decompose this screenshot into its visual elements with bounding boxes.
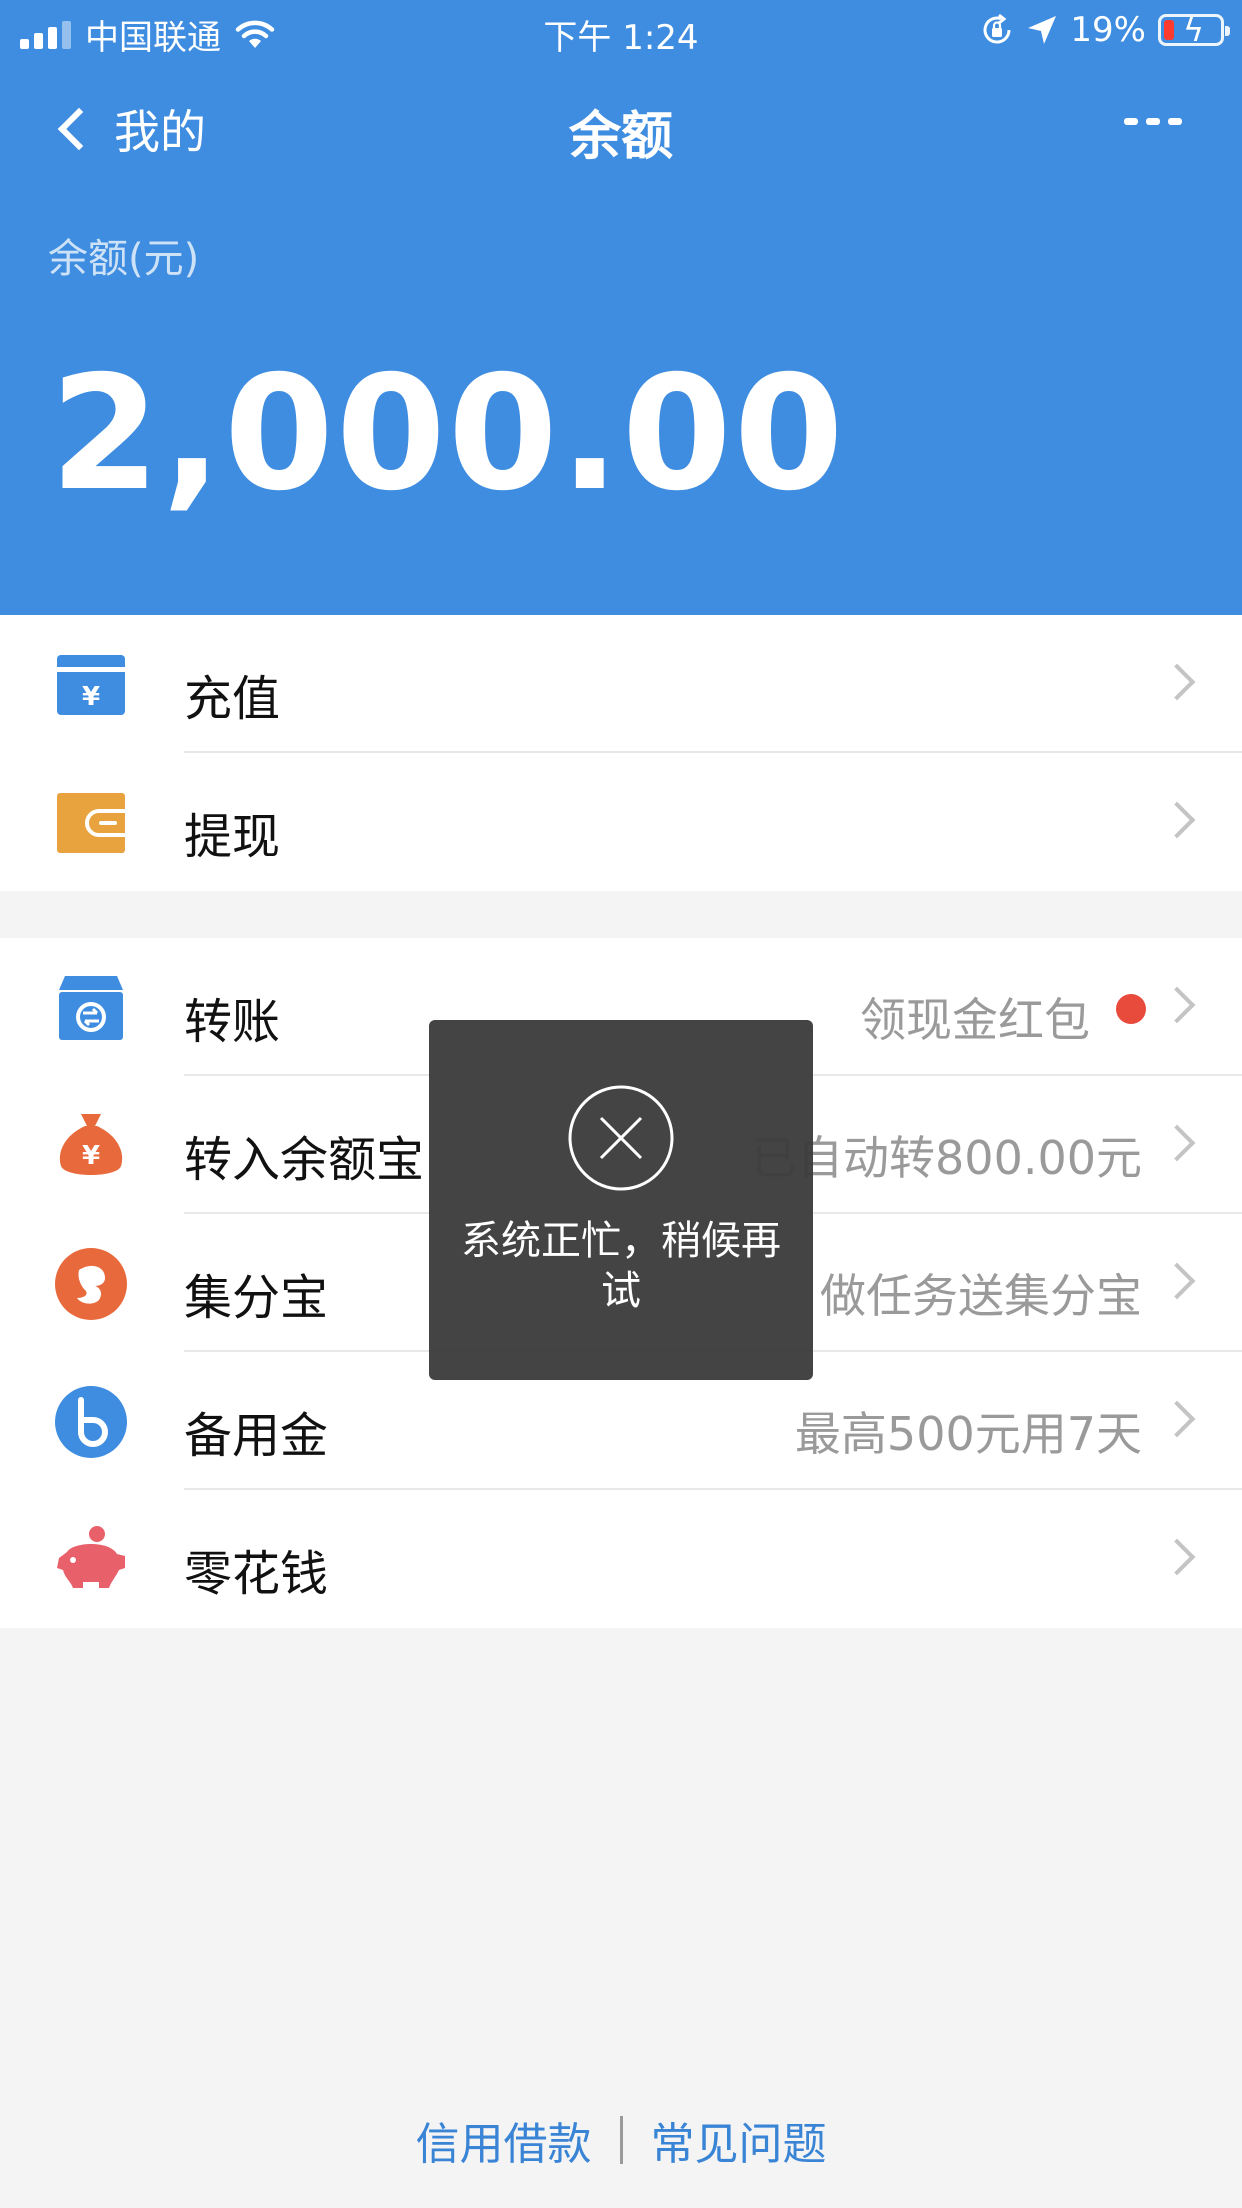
menu-item-label: 提现 [184,809,281,865]
more-dot-icon [1124,118,1138,125]
footer-separator [619,2116,623,2164]
charging-bolt-icon: ϟ [1183,11,1205,49]
credit-loan-link[interactable]: 信用借款 [416,2108,592,2172]
nav-bar: 我的 余额 [0,62,1242,192]
battery-icon: ϟ [1158,11,1230,49]
error-toast: 系统正忙，稍候再试 [429,1020,813,1380]
menu-item-subtitle: 做任务送集分宝 [820,1269,1142,1323]
menu-item-label: 转账 [184,994,281,1050]
status-right: 19% ϟ [980,10,1230,50]
menu-item-linghuaqian[interactable]: 零花钱 [0,1490,1242,1628]
menu-item-recharge[interactable]: ¥ 充值 [0,615,1242,753]
chevron-right-icon [1158,986,1196,1024]
menu-item-label: 充值 [184,671,281,727]
jifenbao-icon [55,1248,127,1320]
notification-dot [1116,994,1146,1024]
page-title: 余额 [568,107,673,167]
chevron-right-icon [1158,1538,1196,1576]
rotation-lock-icon [983,13,1011,44]
header-area: 中国联通 下午 1:24 19% ϟ 我的 余额 余额(元) 2,000.00 [0,0,1242,615]
chevron-right-icon [1158,1124,1196,1162]
more-dot-icon [1146,118,1160,125]
menu-item-label: 转入余额宝 [184,1132,425,1188]
svg-text:¥: ¥ [82,1141,100,1171]
footer-links: 信用借款 常见问题 [0,2108,1242,2172]
chevron-right-icon [1158,663,1196,701]
faq-link[interactable]: 常见问题 [651,2108,827,2172]
battery-percent: 19% [1070,10,1146,50]
balance-amount: 2,000.00 [50,342,846,526]
transfer-shop-icon [59,976,123,1040]
wallet-icon [57,793,125,853]
chevron-right-icon [1158,1262,1196,1300]
menu-item-subtitle: 领现金红包 [860,993,1090,1047]
location-arrow-icon [1028,16,1057,44]
balance-label: 余额(元) [48,236,200,282]
close-circle-icon [568,1085,674,1191]
menu-item-label: 零花钱 [184,1546,329,1602]
menu-item-subtitle: 最高500元用7天 [794,1407,1142,1461]
menu-item-label: 备用金 [184,1408,329,1464]
more-options-button[interactable] [1124,118,1182,125]
more-dot-icon [1168,118,1182,125]
toast-message: 系统正忙，稍候再试 [461,1218,781,1314]
battery-level-fill [1164,20,1175,40]
chevron-right-icon [1158,1400,1196,1438]
menu-item-label: 集分宝 [184,1270,329,1326]
status-bar: 中国联通 下午 1:24 19% ϟ [0,0,1242,62]
menu-group-wallet: ¥ 充值 提现 [0,615,1242,891]
svg-text:¥: ¥ [82,682,100,712]
beiyongjin-icon [55,1386,127,1458]
piggy-bank-icon [57,1526,125,1588]
money-bag-icon: ¥ [59,1114,123,1175]
recharge-card-icon: ¥ [57,655,125,715]
chevron-right-icon [1158,801,1196,839]
menu-item-withdraw[interactable]: 提现 [0,753,1242,891]
